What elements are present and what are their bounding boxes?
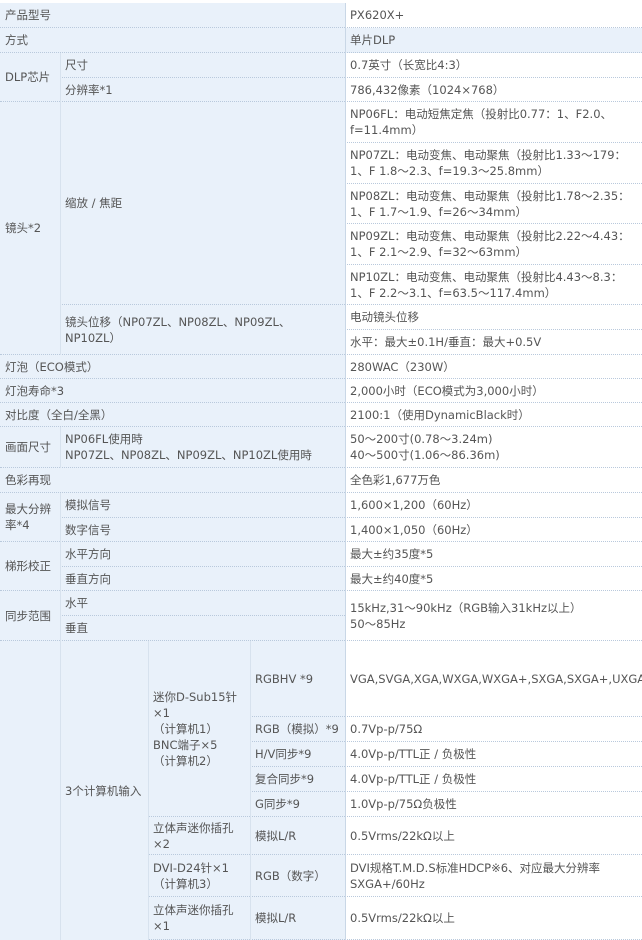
lens-zoom-value: NP06FL：电动短焦定焦（投射比0.77：1、F2.0、f=11.4mm） (345, 102, 642, 143)
lens-zoom-value: NP10ZL：电动变焦、电动聚焦（投射比4.43～8.3：1、F 2.2～3.1… (345, 265, 642, 305)
lens-zoom-value: NP07ZL：电动变焦、电动聚焦（投射比1.33～179：1、F 1.8～2.3… (345, 143, 642, 184)
dsub-label: 迷你D-Sub15针×1 （计算机1） BNC端子×5 （计算机2） (148, 641, 250, 817)
inputs-label: 3个计算机输入 (60, 641, 148, 940)
method-value: 单片DLP (345, 28, 642, 53)
keystone-label: 梯形校正 (0, 542, 60, 591)
dlp-res-label: 分辨率*1 (60, 78, 345, 102)
keystone-h-value: 最大±约35度*5 (345, 542, 642, 567)
audio-analog-value: 0.5Vrms/22kΩ以上 (345, 817, 642, 855)
dvi-rgb-label: RGB（数字） (250, 855, 345, 897)
spec-table: 产品型号 PX620X+ 方式 单片DLP DLP芯片 尺寸 0.7英寸（长宽比… (0, 0, 642, 940)
lens-label: 镜头*2 (0, 102, 60, 355)
rgbhv-label: RGBHV *9 (250, 641, 345, 717)
dlp-res-value: 786,432像素（1024×768） (345, 78, 642, 102)
column-divider (60, 427, 61, 468)
screen-size-value: 50～200寸(0.78～3.24m) 40～500寸(1.06～86.36m) (345, 427, 642, 468)
g-sync-value: 1.0Vp-p/75Ω负极性 (345, 792, 642, 817)
sync-v-label: 垂直 (60, 616, 345, 641)
rgbhv-value: VGA,SVGA,XGA,WXGA,WXGA+,SXGA,SXGA+,UXGA (345, 641, 642, 717)
lens-shift-value: 电动镜头位移 (345, 305, 642, 330)
lens-zoom-value: NP09ZL：电动变焦、电动聚焦（投射比2.22～4.43：1、F 2.1～2.… (345, 224, 642, 265)
composite-sync-value: 4.0Vp-p/TTL正 / 负极性 (345, 767, 642, 792)
column-divider (60, 493, 61, 641)
composite-sync-label: 复合同步*9 (250, 767, 345, 792)
lens-zoom-label: 缩放 / 焦距 (60, 102, 345, 305)
inputs-group-label (0, 641, 60, 940)
audio-analog-2-value: 0.5Vrms/22kΩ以上 (345, 897, 642, 940)
sync-h-label: 水平 (60, 591, 345, 616)
column-divider (60, 641, 61, 940)
lens-shift-range: 水平：最大±0.1H/垂直：最大+0.5V (345, 330, 642, 355)
model-value: PX620X+ (345, 3, 642, 28)
max-res-label: 最大分辨率*4 (0, 493, 60, 542)
lamp-label: 灯泡（ECO模式） (0, 355, 345, 379)
dlp-label: DLP芯片 (0, 53, 60, 102)
max-res-analog-label: 模拟信号 (60, 493, 345, 518)
color-label: 色彩再现 (0, 468, 345, 493)
screen-size-lens-label: NP06FL使用時 NP07ZL、NP08ZL、NP09ZL、NP10ZL使用時 (60, 427, 345, 468)
lens-shift-label: 镜头位移（NP07ZL、NP08ZL、NP09ZL、NP10ZL） (60, 305, 345, 355)
keystone-v-label: 垂直方向 (60, 567, 345, 591)
g-sync-label: G同步*9 (250, 792, 345, 817)
audio-jack-label: 立体声迷你插孔×2 (148, 817, 250, 855)
dlp-size-label: 尺寸 (60, 53, 345, 78)
screen-size-label: 画面尺寸 (0, 427, 60, 468)
column-divider (60, 102, 61, 355)
dvi-label: DVI-D24针×1（计算机3） (148, 855, 250, 897)
max-res-digital-label: 数字信号 (60, 518, 345, 542)
contrast-label: 对比度（全白/全黑） (0, 403, 345, 427)
lamp-life-label: 灯泡寿命*3 (0, 379, 345, 403)
lens-zoom-value: NP08ZL：电动变焦、电动聚焦（投射比1.78～2.35：1、F 1.7～1.… (345, 184, 642, 224)
sync-range-label: 同步范围 (0, 591, 60, 641)
audio-analog-label: 模拟L/R (250, 817, 345, 855)
keystone-v-value: 最大±约40度*5 (345, 567, 642, 591)
hv-sync-label: H/V同步*9 (250, 742, 345, 767)
rgb-analog-value: 0.7Vp-p/75Ω (345, 717, 642, 742)
audio-analog-2-label: 模拟L/R (250, 897, 345, 940)
model-label: 产品型号 (0, 3, 345, 28)
rgb-analog-label: RGB（模拟）*9 (250, 717, 345, 742)
column-divider (250, 641, 251, 940)
keystone-h-label: 水平方向 (60, 542, 345, 567)
column-divider (345, 3, 346, 940)
max-res-digital-value: 1,400×1,050（60Hz） (345, 518, 642, 542)
contrast-value: 2100:1（使用DynamicBlack时） (345, 403, 642, 427)
dvi-rgb-value: DVI规格T.M.D.S标准HDCP※6、对应最大分辨率SXGA+/60Hz (345, 855, 642, 897)
audio-jack-2-label: 立体声迷你插孔×1 (148, 897, 250, 940)
lamp-life-value: 2,000小时（ECO模式为3,000小时） (345, 379, 642, 403)
sync-range-value: 15kHz,31～90kHz（RGB输入31kHz以上） 50～85Hz (345, 591, 642, 641)
max-res-analog-value: 1,600×1,200（60Hz） (345, 493, 642, 518)
column-divider (60, 53, 61, 102)
color-value: 全色彩1,677万色 (345, 468, 642, 493)
method-label: 方式 (0, 28, 345, 53)
hv-sync-value: 4.0Vp-p/TTL正 / 负极性 (345, 742, 642, 767)
column-divider (148, 641, 149, 940)
lamp-value: 280WAC（230W） (345, 355, 642, 379)
dlp-size-value: 0.7英寸（长宽比4:3） (345, 53, 642, 78)
